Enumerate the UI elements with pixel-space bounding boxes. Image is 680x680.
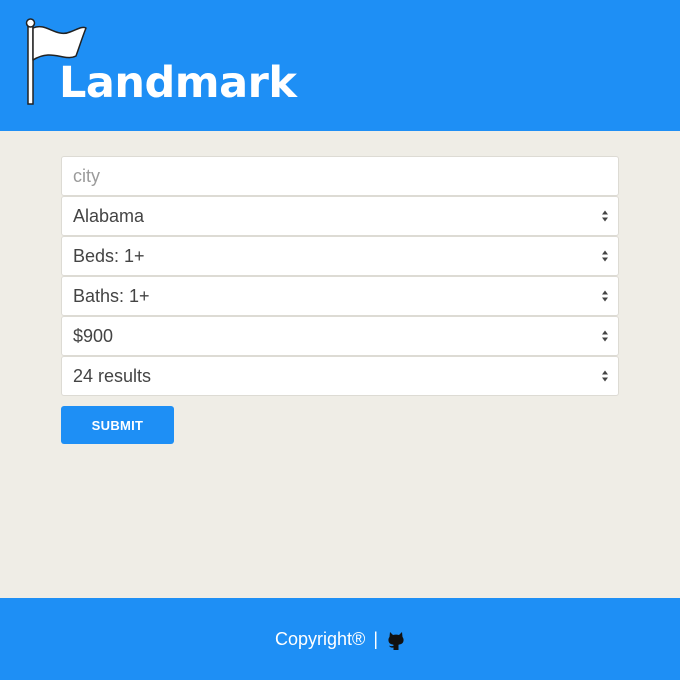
results-select[interactable]: 24 results [61, 356, 619, 396]
select-arrows-icon [602, 290, 608, 302]
select-arrows-icon [602, 370, 608, 382]
github-icon[interactable] [387, 631, 405, 651]
beds-select-value: Beds: 1+ [73, 245, 145, 266]
copyright-text: Copyright® [275, 628, 366, 649]
select-arrows-icon [602, 330, 608, 342]
submit-button[interactable]: SUBMIT [61, 406, 174, 444]
search-form: Alabama Beds: 1+ Baths: 1+ $900 24 resul… [61, 156, 619, 396]
state-select-value: Alabama [73, 205, 145, 226]
footer: Copyright® | [0, 598, 680, 680]
city-field[interactable] [61, 156, 619, 196]
header: Landmark [0, 0, 680, 131]
price-select-value: $900 [73, 325, 114, 346]
select-arrows-icon [602, 250, 608, 262]
beds-select[interactable]: Beds: 1+ [61, 236, 619, 276]
state-select[interactable]: Alabama [61, 196, 619, 236]
footer-separator: | [373, 628, 378, 649]
results-select-value: 24 results [73, 365, 152, 386]
baths-select[interactable]: Baths: 1+ [61, 276, 619, 316]
select-arrows-icon [602, 210, 608, 222]
brand-title[interactable]: Landmark [59, 62, 297, 105]
price-select[interactable]: $900 [61, 316, 619, 356]
city-input[interactable] [73, 165, 593, 187]
baths-select-value: Baths: 1+ [73, 285, 150, 306]
